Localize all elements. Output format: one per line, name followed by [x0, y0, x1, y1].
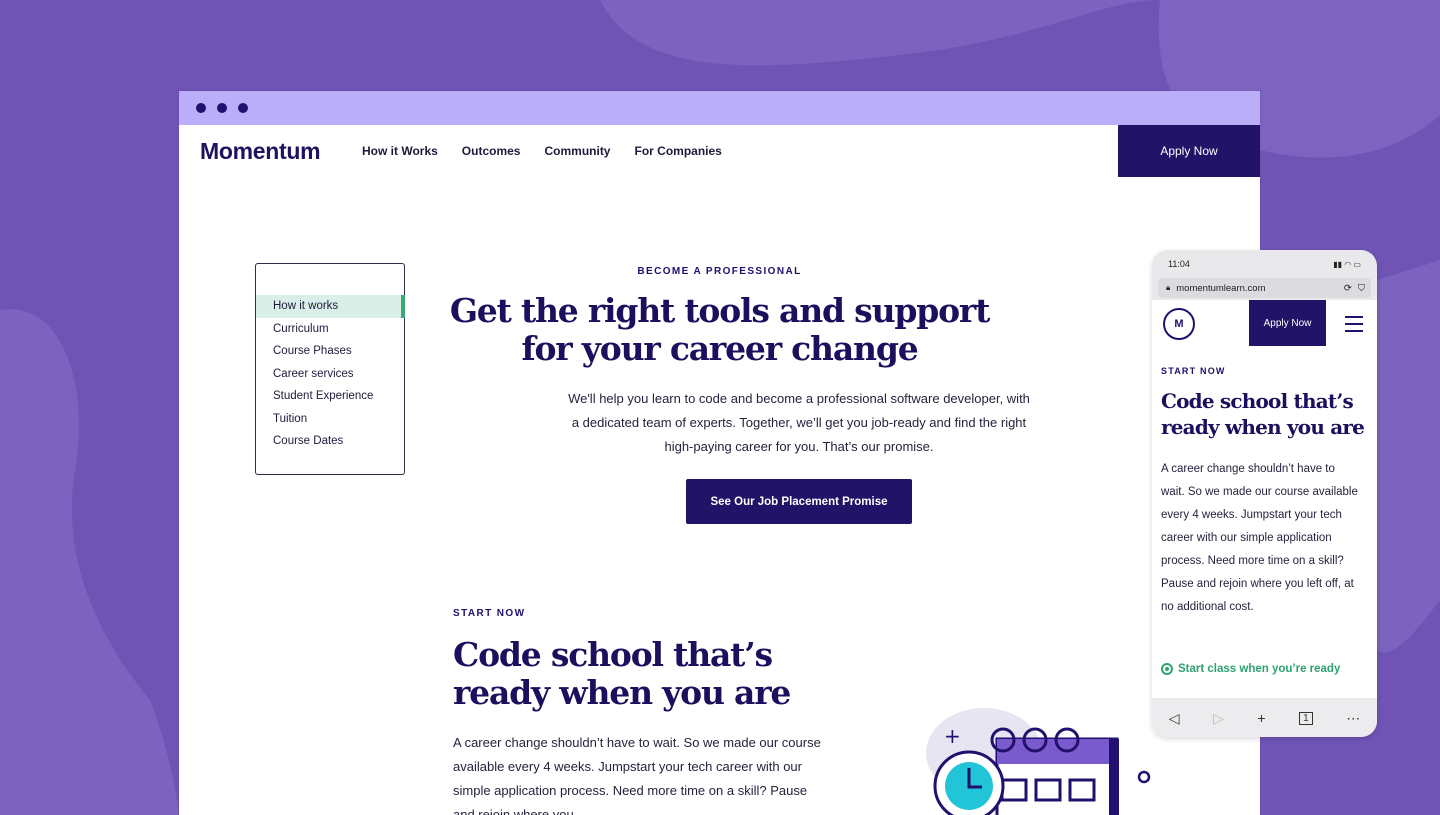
phone-header: M Apply Now [1152, 300, 1377, 346]
window-dot[interactable] [238, 103, 248, 113]
phone-title-line: ready when you are [1161, 415, 1365, 439]
window-dot[interactable] [217, 103, 227, 113]
job-placement-promise-button[interactable]: See Our Job Placement Promise [686, 479, 912, 524]
start-description-line: and rejoin where you [453, 807, 574, 815]
sidebar-item-course-dates[interactable]: Course Dates [256, 430, 404, 453]
sidebar-item-student-experience[interactable]: Student Experience [256, 385, 404, 408]
hero-title: Get the right tools and support for your… [179, 292, 1260, 368]
phone-time: 11:04 [1168, 259, 1190, 269]
start-title-line: ready when you are [453, 673, 791, 712]
browser-window: Momentum How it Works Outcomes Community… [179, 91, 1260, 815]
phone-status-bar: 11:04 ▮▮ ◠ ▭ [1152, 250, 1377, 278]
phone-mockup: 11:04 ▮▮ ◠ ▭ 🔒︎ momentumlearn.com ⟳ ⛉ M … [1152, 250, 1377, 737]
new-tab-icon[interactable]: + [1257, 710, 1265, 726]
phone-title-line: Code school that’s [1161, 389, 1354, 413]
momentum-logo[interactable]: Momentum [200, 138, 342, 165]
phone-description: A career change shouldn’t have to wait. … [1161, 463, 1358, 613]
hero-description-line: a dedicated team of experts. Together, w… [571, 415, 1027, 430]
phone-url: momentumlearn.com [1176, 282, 1266, 294]
nav-link-how-it-works[interactable]: How it Works [362, 144, 438, 158]
more-icon[interactable]: ⋯ [1346, 710, 1360, 727]
start-section-description: A career change shouldn’t have to wait. … [453, 731, 843, 815]
signal-wifi-battery-icon: ▮▮ ◠ ▭ [1333, 259, 1361, 269]
start-description-line: simple application process. Need more ti… [453, 783, 808, 798]
calendar-clock-illustration: + [926, 708, 1151, 815]
phone-browser-toolbar: ◁ ▷ + 1 ⋯ [1152, 699, 1377, 737]
hero-title-line: for your career change [521, 329, 919, 368]
phone-step-label: Start class when you’re ready [1178, 663, 1341, 675]
phone-start-now-eyebrow: START NOW [1161, 366, 1226, 376]
nav-link-for-companies[interactable]: For Companies [634, 144, 721, 158]
phone-screen: M Apply Now START NOW Code school that’s… [1152, 300, 1377, 698]
tabs-icon[interactable]: 1 [1299, 711, 1313, 725]
hero-title-line: Get the right tools and support [449, 291, 991, 330]
svg-text:+: + [944, 724, 961, 748]
site-header: Momentum How it Works Outcomes Community… [179, 125, 1260, 177]
forward-icon[interactable]: ▷ [1213, 710, 1224, 727]
hero-description: We'll help you learn to code and become … [559, 387, 1039, 459]
momentum-logo-mark[interactable]: M [1163, 308, 1195, 340]
step-radio-icon [1161, 663, 1173, 675]
window-titlebar [179, 91, 1260, 125]
apply-now-button[interactable]: Apply Now [1118, 125, 1260, 177]
start-title-line: Code school that’s [453, 635, 773, 674]
lock-icon: 🔒︎ [1166, 283, 1171, 292]
start-now-eyebrow: START NOW [453, 608, 526, 619]
hero-description-line: We'll help you learn to code and become … [568, 391, 1030, 406]
sidebar-item-tuition[interactable]: Tuition [256, 408, 404, 431]
hero-description-line: high-paying career for you. That’s our p… [664, 439, 934, 454]
start-section-title: Code school that’s ready when you are [453, 635, 791, 712]
shield-icon[interactable]: ⛉ [1358, 283, 1365, 294]
back-icon[interactable]: ◁ [1169, 710, 1180, 727]
hamburger-menu-icon[interactable] [1345, 316, 1363, 332]
main-nav: How it Works Outcomes Community For Comp… [362, 144, 722, 158]
phone-apply-now-button[interactable]: Apply Now [1249, 300, 1326, 346]
window-dot[interactable] [196, 103, 206, 113]
reload-icon[interactable]: ⟳ [1344, 283, 1352, 294]
phone-address-bar[interactable]: 🔒︎ momentumlearn.com ⟳ ⛉ [1158, 278, 1371, 298]
start-description-line: available every 4 weeks. Jumpstart your … [453, 759, 802, 774]
nav-link-community[interactable]: Community [544, 144, 610, 158]
nav-link-outcomes[interactable]: Outcomes [462, 144, 521, 158]
hero-eyebrow: BECOME A PROFESSIONAL [637, 266, 802, 277]
start-description-line: A career change shouldn’t have to wait. … [453, 735, 821, 750]
phone-step-start-class[interactable]: Start class when you’re ready [1161, 663, 1340, 675]
phone-title: Code school that’s ready when you are [1161, 388, 1377, 440]
